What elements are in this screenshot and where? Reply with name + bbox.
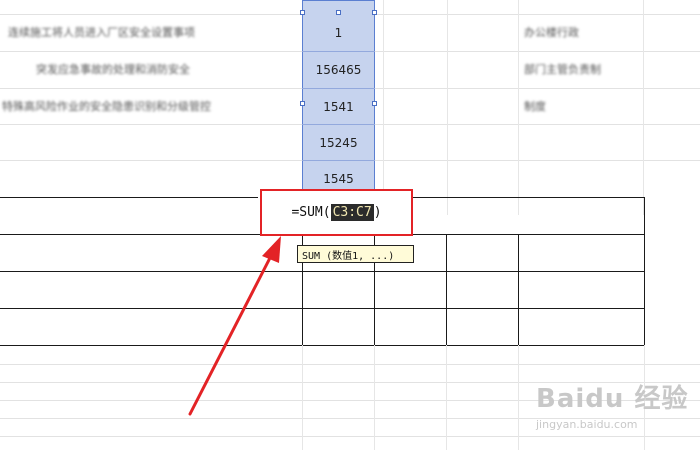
grid-line <box>643 0 644 215</box>
cell-text: 办公楼行政 <box>524 26 579 39</box>
table-border <box>413 197 645 198</box>
grid-line <box>302 345 303 450</box>
cell-c4[interactable]: 156465 <box>302 51 375 88</box>
watermark-site: jingyan.baidu.com <box>536 418 638 431</box>
table-border <box>518 234 519 345</box>
grid-line <box>518 0 519 215</box>
cell-text: 连续施工将人员进入厂区安全设置事项 <box>8 26 195 39</box>
watermark-brand: Baidu 经验 <box>536 384 689 414</box>
table-border <box>0 345 645 346</box>
watermark: Baidu 经验 jingyan.baidu.com <box>536 378 696 448</box>
cell-text: 突发应急事故的处理和消防安全 <box>36 63 190 76</box>
grid-line <box>0 364 700 365</box>
grid-line <box>383 0 384 215</box>
formula-cell-input[interactable]: =SUM(C3:C7) <box>260 189 413 236</box>
cell-c6[interactable]: 15245 <box>302 124 375 161</box>
table-border <box>0 197 258 198</box>
grid-line <box>518 345 519 450</box>
grid-line <box>446 345 447 450</box>
formula-prefix: =SUM( <box>291 205 331 220</box>
cell-text: 制度 <box>524 100 546 113</box>
grid-line <box>447 0 448 215</box>
table-border <box>644 197 645 345</box>
grid-line <box>374 345 375 450</box>
cell-c5[interactable]: 1541 <box>302 88 375 125</box>
resize-handle[interactable] <box>300 101 305 106</box>
resize-handle[interactable] <box>372 10 377 15</box>
cell-text: 部门主管负责制 <box>524 63 601 76</box>
function-tooltip: SUM (数值1, ...) <box>297 245 414 263</box>
formula-suffix: ) <box>373 205 382 220</box>
cell-c3[interactable]: 1 <box>302 14 375 51</box>
formula-range-ref: C3:C7 <box>330 204 374 221</box>
table-border <box>0 308 645 309</box>
table-border <box>0 271 645 272</box>
resize-handle[interactable] <box>336 10 341 15</box>
resize-handle[interactable] <box>372 101 377 106</box>
resize-handle[interactable] <box>300 10 305 15</box>
cell-text: 特殊高风险作业的安全隐患识别和分级管控 <box>2 100 211 113</box>
table-border <box>446 234 447 345</box>
